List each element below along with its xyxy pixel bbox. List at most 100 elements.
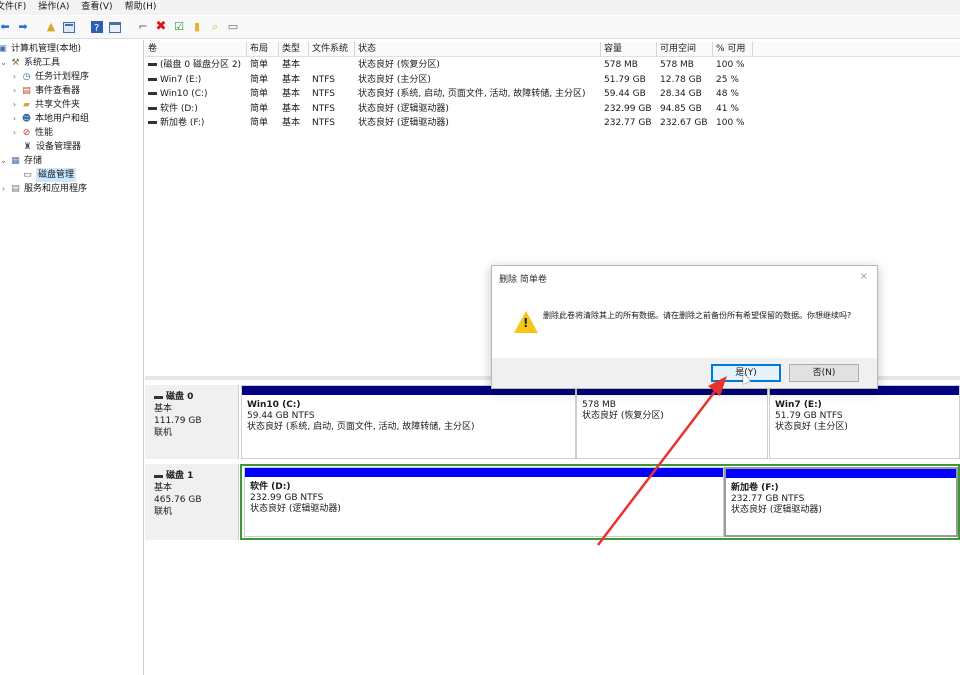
cell-status: 状态良好 (系统, 启动, 页面文件, 活动, 故障转储, 主分区) <box>358 89 586 99</box>
cell-free-space: 232.67 GB <box>660 118 708 128</box>
shared-folder-icon: ▰ <box>23 99 30 110</box>
table-row[interactable]: Win10 (C:) 简单 基本 NTFS 状态良好 (系统, 启动, 页面文件, 活动… <box>145 87 960 101</box>
cell-capacity: 232.99 GB <box>604 103 652 114</box>
volume-icon <box>148 121 157 124</box>
col-capacity[interactable]: 容量 <box>601 42 657 56</box>
chevron-right-icon[interactable]: › <box>11 112 18 126</box>
services-icon: ▤ <box>11 183 20 194</box>
event-viewer-icon: ▤ <box>22 85 31 96</box>
cell-percent-free: 25 % <box>716 74 739 85</box>
tree-task-scheduler[interactable]: › ◷ 任务计划程序 <box>11 70 89 84</box>
delete-icon[interactable]: ✖ <box>154 20 168 34</box>
col-status[interactable]: 状态 <box>355 42 601 56</box>
menu-file[interactable]: 文件(F) <box>0 0 32 15</box>
tree-shared-folders[interactable]: › ▰ 共享文件夹 <box>11 98 80 112</box>
search-folder-icon[interactable]: ⌕ <box>208 20 222 34</box>
chevron-right-icon[interactable]: › <box>11 70 18 84</box>
cell-free-space: 94.85 GB <box>660 103 702 114</box>
folder-icon[interactable]: ▮ <box>190 20 204 34</box>
warning-icon: ! <box>514 311 538 333</box>
disk-1-row: 磁盘 1 基本 465.76 GB 联机 软件 (D:) 232.99 GB N… <box>145 464 960 540</box>
close-icon[interactable]: × <box>860 271 868 282</box>
col-free-space[interactable]: 可用空间 <box>657 42 713 56</box>
menu-action[interactable]: 操作(A) <box>32 0 75 15</box>
disk-icon <box>154 395 163 399</box>
menu-view[interactable]: 查看(V) <box>75 0 118 15</box>
col-type[interactable]: 类型 <box>279 42 309 56</box>
cell-filesystem: NTFS <box>312 103 335 114</box>
computer-icon: ▣ <box>0 43 7 54</box>
chevron-right-icon[interactable]: › <box>0 182 7 196</box>
table-row[interactable]: 软件 (D:) 简单 基本 NTFS 状态良好 (逻辑驱动器) 232.99 GB 94.8… <box>145 102 960 116</box>
cell-type: 基本 <box>282 118 301 128</box>
console-icon[interactable] <box>108 20 122 34</box>
table-row[interactable]: Win7 (E:) 简单 基本 NTFS 状态良好 (主分区) 51.79 GB 12.78… <box>145 73 960 87</box>
cell-layout: 简单 <box>250 103 269 114</box>
partition-d[interactable]: 软件 (D:) 232.99 GB NTFS 状态良好 (逻辑驱动器) <box>244 467 724 537</box>
users-icon: ☻ <box>21 113 32 124</box>
partition-f-selected[interactable]: 新加卷 (F:) 232.77 GB NTFS 状态良好 (逻辑驱动器) <box>724 467 958 537</box>
disk-0-label[interactable]: 磁盘 0 基本 111.79 GB 联机 <box>145 385 239 459</box>
chevron-right-icon[interactable]: › <box>11 98 18 112</box>
tree-local-users[interactable]: › ☻ 本地用户和组 <box>11 112 89 126</box>
table-header: 卷 布局 类型 文件系统 状态 容量 可用空间 % 可用 <box>145 42 960 57</box>
cell-status: 状态良好 (主分区) <box>358 74 431 85</box>
partition-recovery[interactable]: 578 MB 状态良好 (恢复分区) <box>576 385 768 459</box>
cell-percent-free: 41 % <box>716 103 739 114</box>
tree-storage[interactable]: ⌄ ▦ 存储 <box>0 154 42 168</box>
tree-services[interactable]: › ▤ 服务和应用程序 <box>0 182 87 196</box>
col-volume[interactable]: 卷 <box>145 42 247 56</box>
chevron-down-icon[interactable]: ⌄ <box>0 154 7 168</box>
back-icon[interactable]: ⬅ <box>0 20 12 34</box>
tree-disk-management[interactable]: ▭ 磁盘管理 <box>22 168 77 182</box>
delete-volume-dialog: 删除 简单卷 × ! 删除此卷将清除其上的所有数据。请在删除之前备份所有希望保留… <box>491 265 878 389</box>
volume-icon <box>148 63 157 66</box>
cell-status: 状态良好 (恢复分区) <box>358 60 440 70</box>
disk-1-label[interactable]: 磁盘 1 基本 465.76 GB 联机 <box>145 464 239 540</box>
chevron-down-icon[interactable]: ⌄ <box>0 56 7 70</box>
cell-percent-free: 48 % <box>716 89 739 99</box>
cell-volume: 软件 (D:) <box>145 102 247 116</box>
tree-performance[interactable]: › ⊘ 性能 <box>11 126 53 140</box>
connect-icon[interactable]: ⌐ <box>136 20 150 34</box>
no-button[interactable]: 否(N) <box>789 364 859 382</box>
dialog-title: 删除 简单卷 <box>499 275 547 285</box>
tree-system-tools[interactable]: ⌄ ⚒ 系统工具 <box>0 56 60 70</box>
cell-volume: Win7 (E:) <box>145 73 247 87</box>
forward-icon[interactable]: ➡ <box>16 20 30 34</box>
cell-status: 状态良好 (逻辑驱动器) <box>358 103 449 114</box>
cell-type: 基本 <box>282 103 301 114</box>
col-filesystem[interactable]: 文件系统 <box>309 42 355 56</box>
menu-help[interactable]: 帮助(H) <box>119 0 163 15</box>
partition-c[interactable]: Win10 (C:) 59.44 GB NTFS 状态良好 (系统, 启动, 页… <box>241 385 576 459</box>
performance-icon: ⊘ <box>22 127 31 138</box>
check-icon[interactable]: ☑ <box>172 20 186 34</box>
cell-filesystem: NTFS <box>312 89 335 99</box>
cell-capacity: 578 MB <box>604 60 638 70</box>
tree-event-viewer[interactable]: › ▤ 事件查看器 <box>11 84 80 98</box>
partition-e[interactable]: Win7 (E:) 51.79 GB NTFS 状态良好 (主分区) <box>769 385 960 459</box>
help-icon[interactable]: ? <box>90 20 104 34</box>
cell-volume: 新加卷 (F:) <box>145 116 247 130</box>
cell-free-space: 28.34 GB <box>660 89 702 99</box>
window-icon[interactable]: ▭ <box>226 20 240 34</box>
table-row[interactable]: (磁盘 0 磁盘分区 2) 简单 基本 状态良好 (恢复分区) 578 MB 578 MB… <box>145 58 960 72</box>
table-row[interactable]: 新加卷 (F:) 简单 基本 NTFS 状态良好 (逻辑驱动器) 232.77 GB 232… <box>145 116 960 130</box>
svg-text:?: ? <box>94 23 99 33</box>
menu-bar: 文件(F) 操作(A) 查看(V) 帮助(H) <box>0 0 960 15</box>
folder-up-icon[interactable]: ▲ <box>44 20 58 34</box>
col-percent-free[interactable]: % 可用 <box>713 42 753 56</box>
tree-root[interactable]: ▣ 计算机管理(本地) <box>0 42 81 56</box>
disk-icon: ▭ <box>23 169 32 180</box>
col-layout[interactable]: 布局 <box>247 42 279 56</box>
cell-free-space: 12.78 GB <box>660 74 702 85</box>
tree-device-manager[interactable]: ♜ 设备管理器 <box>22 140 81 154</box>
disk-graphical-view: 磁盘 0 基本 111.79 GB 联机 Win10 (C:) 59.44 GB… <box>145 380 960 675</box>
storage-icon: ▦ <box>11 155 20 166</box>
chevron-right-icon[interactable]: › <box>11 126 18 140</box>
chevron-right-icon[interactable]: › <box>11 84 18 98</box>
cell-capacity: 232.77 GB <box>604 118 652 128</box>
properties-icon[interactable] <box>62 20 76 34</box>
dialog-message: 删除此卷将清除其上的所有数据。请在删除之前备份所有希望保留的数据。你想继续吗? <box>543 311 852 320</box>
cell-percent-free: 100 % <box>716 118 745 128</box>
